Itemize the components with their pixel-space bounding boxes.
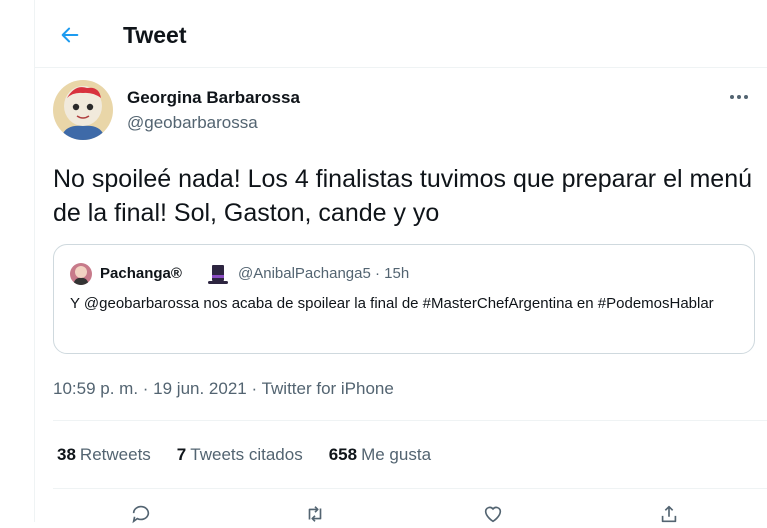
quote-tweets-count: 7 bbox=[176, 445, 187, 464]
likes-count: 658 bbox=[328, 445, 358, 464]
author-avatar[interactable] bbox=[53, 80, 113, 140]
tweet-detail-column: Tweet Georgina Barbarossa @geobarbarossa… bbox=[34, 0, 767, 524]
author-name[interactable]: Georgina Barbarossa bbox=[127, 87, 300, 109]
more-horizontal-icon bbox=[730, 95, 748, 99]
tweet-source[interactable]: Twitter for iPhone bbox=[262, 379, 394, 398]
quoted-author-name: Pachanga® bbox=[100, 265, 182, 282]
tweet-stats: 38 Retweets 7 Tweets citados 658 Me gusta bbox=[57, 444, 431, 466]
more-options-button[interactable] bbox=[725, 86, 753, 108]
retweet-button[interactable] bbox=[301, 500, 329, 528]
tweet-timestamp[interactable]: 10:59 p. m. · 19 jun. 2021 bbox=[53, 379, 247, 398]
retweets-stat[interactable]: 38 Retweets bbox=[57, 444, 151, 466]
author-handle[interactable]: @geobarbarossa bbox=[127, 112, 258, 134]
quoted-author-avatar bbox=[70, 263, 92, 285]
back-button[interactable] bbox=[55, 20, 85, 50]
quoted-author-meta: @AnibalPachanga5 · 15h bbox=[238, 265, 410, 282]
page-title: Tweet bbox=[123, 22, 187, 48]
quote-tweets-stat[interactable]: 7 Tweets citados bbox=[177, 444, 303, 466]
quote-tweets-label: Tweets citados bbox=[190, 445, 303, 464]
page-header: Tweet bbox=[35, 0, 767, 68]
quoted-tweet-card[interactable]: Pachanga® @AnibalPachanga5 · 15h Y @geob… bbox=[53, 244, 755, 354]
retweets-count: 38 bbox=[57, 445, 76, 464]
reply-button[interactable] bbox=[127, 500, 155, 528]
arrow-left-icon bbox=[61, 27, 79, 43]
top-hat-emoji-icon bbox=[206, 263, 230, 287]
divider bbox=[53, 420, 767, 421]
likes-stat[interactable]: 658 Me gusta bbox=[329, 444, 431, 466]
likes-label: Me gusta bbox=[361, 445, 432, 464]
tweet-text: No spoileé nada! Los 4 finalistas tuvimo… bbox=[53, 165, 753, 227]
share-button[interactable] bbox=[655, 500, 683, 528]
tweet-timestamp-row: 10:59 p. m. · 19 jun. 2021 · Twitter for… bbox=[53, 378, 394, 400]
quoted-tweet-text: Y @geobarbarossa nos acaba de spoilear l… bbox=[70, 295, 714, 312]
like-button[interactable] bbox=[479, 500, 507, 528]
retweets-label: Retweets bbox=[79, 445, 151, 464]
timestamp-separator: · bbox=[246, 379, 262, 398]
divider bbox=[53, 488, 767, 489]
